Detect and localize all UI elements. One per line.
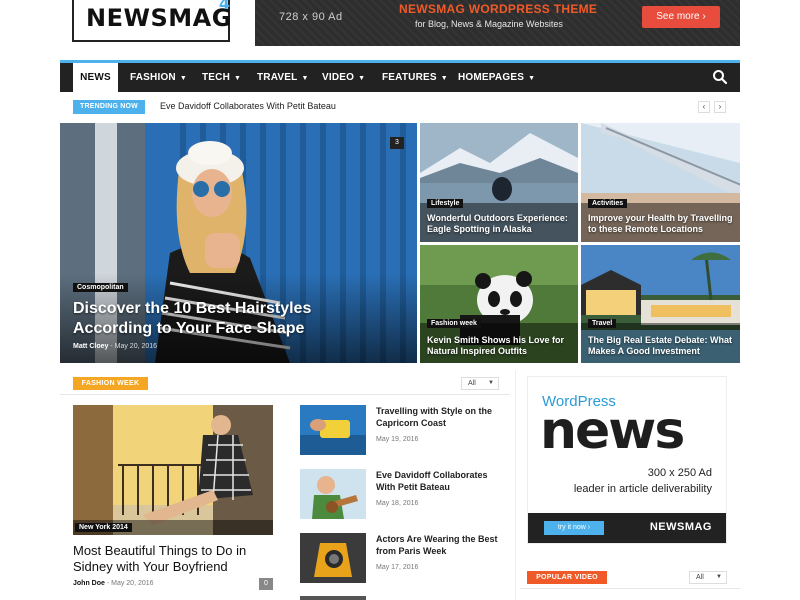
post-date: May 19, 2016 [376, 436, 419, 443]
ad-see-more-button[interactable]: See more › [642, 6, 720, 28]
chevron-down-icon: ▼ [234, 75, 242, 82]
nav-item-homepages[interactable]: HOMEPAGES ▼ [458, 63, 535, 92]
search-icon[interactable] [712, 69, 728, 85]
tile-title[interactable]: Wonderful Outdoors Experience: Eagle Spo… [427, 213, 572, 235]
featured-main-title[interactable]: Discover the 10 Best Hairstyles Accordin… [73, 299, 333, 339]
filter-value: All [468, 380, 476, 387]
ad-news-wordmark: news [540, 401, 685, 461]
logo-text: NEWSMAG [86, 4, 232, 32]
ad-title: NEWSMAG WORDPRESS THEME [399, 2, 598, 16]
category-badge[interactable]: Activities [588, 199, 628, 208]
post-meta: Matt Cloey - May 20, 2016 [73, 343, 158, 350]
category-badge[interactable]: Lifestyle [427, 199, 464, 208]
nav-label: HOMEPAGES [458, 72, 525, 83]
post-thumbnail[interactable] [300, 596, 366, 600]
post-thumbnail[interactable] [300, 533, 366, 583]
featured-main-post[interactable]: 3 Cosmopolitan Discover the 10 Best Hair… [60, 123, 417, 363]
featured-tile[interactable]: Lifestyle Wonderful Outdoors Experience:… [420, 123, 578, 242]
header-ad-banner[interactable]: 728 x 90 Ad NEWSMAG WORDPRESS THEME for … [255, 0, 740, 46]
ad-size-label: 728 x 90 Ad [279, 11, 343, 23]
nav-item-news[interactable]: NEWS [73, 63, 118, 92]
post-meta: John Doe - May 20, 2016 [73, 580, 154, 587]
section-badge-popular-video: POPULAR VIDEO [527, 571, 607, 584]
category-badge[interactable]: Fashion week [427, 319, 481, 328]
trending-now-badge: TRENDING NOW [73, 100, 145, 114]
ad-footer: try it now › NEWSMAG [528, 513, 726, 543]
nav-item-travel[interactable]: TRAVEL ▼ [257, 63, 309, 92]
post-author[interactable]: John Doe [73, 580, 105, 587]
post-image [300, 405, 366, 455]
post-date: May 17, 2016 [376, 564, 419, 571]
ad-size-label: 300 x 250 Ad [647, 467, 712, 479]
site-logo[interactable]: NEWSMAG 4 [72, 0, 232, 42]
trending-headline[interactable]: Eve Davidoff Collaborates With Petit Bat… [160, 101, 336, 111]
logo-superscript: 4 [218, 0, 230, 13]
ad-try-it-now-button[interactable]: try it now › [544, 521, 604, 535]
chevron-down-icon: ▼ [488, 380, 494, 386]
trending-prev-button[interactable]: ‹ [698, 101, 710, 113]
chevron-down-icon: ▼ [440, 75, 448, 82]
category-badge[interactable]: Cosmopolitan [73, 283, 128, 292]
chevron-down-icon: ▼ [358, 75, 366, 82]
nav-item-features[interactable]: FEATURES ▼ [382, 63, 448, 92]
chevron-down-icon: ▼ [301, 75, 309, 82]
section-divider [60, 394, 510, 395]
category-filter-select[interactable]: All ▼ [461, 377, 499, 390]
trending-next-button[interactable]: › [714, 101, 726, 113]
post-title[interactable]: Actors Are Wearing the Best from Paris W… [376, 533, 506, 557]
nav-item-tech[interactable]: TECH ▼ [202, 63, 241, 92]
column-divider [515, 370, 516, 600]
post-title[interactable]: Travelling with Style on the Capricorn C… [376, 405, 506, 429]
comment-count-badge[interactable]: 0 [259, 578, 273, 590]
post-thumbnail[interactable]: New York 2014 [73, 405, 273, 535]
comment-count-badge[interactable]: 3 [390, 137, 404, 149]
ad-subtitle: for Blog, News & Magazine Websites [415, 19, 563, 29]
tile-title[interactable]: The Big Real Estate Debate: What Makes A… [588, 335, 738, 357]
nav-label: NEWS [80, 72, 111, 83]
category-badge[interactable]: Travel [588, 319, 617, 328]
chevron-down-icon: ▼ [528, 75, 536, 82]
chevron-down-icon: ▼ [716, 574, 722, 580]
sidebar-ad[interactable]: WordPress news 300 x 250 Ad leader in ar… [527, 376, 727, 544]
featured-tile[interactable]: Travel The Big Real Estate Debate: What … [581, 245, 740, 363]
post-title[interactable]: Most Beautiful Things to Do in Sidney wi… [73, 543, 273, 575]
post-thumbnail[interactable] [300, 405, 366, 455]
nav-label: FASHION [130, 72, 176, 83]
tile-title[interactable]: Improve your Health by Travelling to the… [588, 213, 738, 235]
ad-tagline: leader in article deliverability [573, 483, 712, 495]
ad-brand-label: NEWSMAG [649, 521, 712, 533]
post-thumbnail[interactable] [300, 469, 366, 519]
tile-title[interactable]: Kevin Smith Shows his Love for Natural I… [427, 335, 572, 357]
post-date: May 18, 2016 [376, 500, 419, 507]
nav-label: TECH [202, 72, 231, 83]
category-filter-select[interactable]: All ▼ [689, 571, 727, 584]
section-badge-fashion-week: FASHION WEEK [73, 377, 148, 390]
nav-item-fashion[interactable]: FASHION ▼ [130, 63, 187, 92]
category-badge[interactable]: New York 2014 [75, 523, 132, 532]
nav-label: FEATURES [382, 72, 437, 83]
post-image [300, 533, 366, 583]
chevron-down-icon: ▼ [179, 75, 187, 82]
post-image [73, 405, 273, 535]
nav-label: VIDEO [322, 72, 355, 83]
featured-tile[interactable]: Activities Improve your Health by Travel… [581, 123, 740, 242]
section-divider [520, 588, 740, 589]
nav-label: TRAVEL [257, 72, 298, 83]
post-date: May 20, 2016 [114, 343, 158, 350]
post-image [300, 469, 366, 519]
post-date: May 20, 2016 [111, 580, 154, 587]
filter-value: All [696, 574, 704, 581]
post-author[interactable]: Matt Cloey [73, 343, 108, 350]
nav-item-video[interactable]: VIDEO ▼ [322, 63, 365, 92]
featured-tile[interactable]: Fashion week Kevin Smith Shows his Love … [420, 245, 578, 363]
main-navigation: NEWS FASHION ▼ TECH ▼ TRAVEL ▼ VIDEO ▼ FEATU… [60, 60, 740, 92]
post-title[interactable]: Eve Davidoff Collaborates With Petit Bat… [376, 469, 506, 493]
